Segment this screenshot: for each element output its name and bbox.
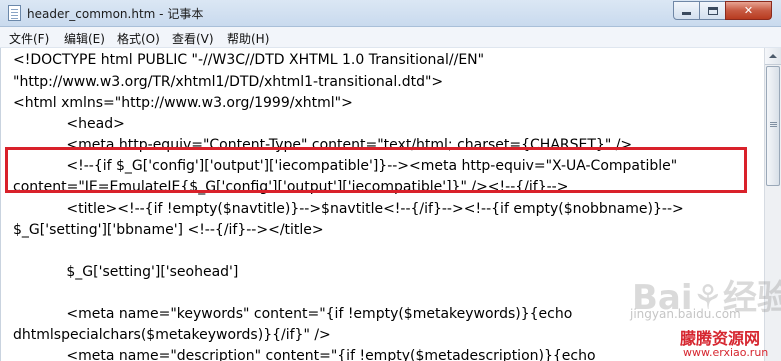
code-line: <!DOCTYPE html PUBLIC "-//W3C//DTD XHTML… bbox=[13, 52, 485, 68]
code-line: <html xmlns="http://www.w3.org/1999/xhtm… bbox=[13, 95, 353, 111]
highlight-box bbox=[5, 147, 747, 193]
scroll-thumb[interactable] bbox=[766, 66, 780, 186]
vertical-scrollbar[interactable] bbox=[764, 48, 781, 361]
notepad-window: header_common.htm - 记事本 ✕ 文件(F) 编辑(E) 格式… bbox=[0, 0, 781, 361]
close-icon: ✕ bbox=[743, 4, 754, 17]
close-button[interactable]: ✕ bbox=[725, 1, 772, 20]
menu-bar: 文件(F) 编辑(E) 格式(O) 查看(V) 帮助(H) bbox=[0, 27, 781, 48]
minimize-icon bbox=[682, 12, 691, 15]
code-line: $_G['setting']['seohead'] bbox=[13, 264, 239, 280]
code-line: <meta name="keywords" content="{if !empt… bbox=[13, 306, 573, 322]
notepad-icon bbox=[8, 5, 21, 21]
scroll-up-button[interactable] bbox=[765, 48, 781, 65]
code-line: dhtmlspecialchars($metakeywords)}{/if}" … bbox=[13, 327, 331, 343]
menu-edit[interactable]: 编辑(E) bbox=[64, 30, 105, 47]
code-line: $_G['setting']['bbname'] <!--{/if}--></t… bbox=[13, 222, 324, 238]
maximize-button[interactable] bbox=[699, 1, 726, 20]
code-line: <meta name="description" content="{if !e… bbox=[13, 348, 596, 361]
menu-format[interactable]: 格式(O) bbox=[117, 30, 160, 47]
menu-file[interactable]: 文件(F) bbox=[9, 30, 49, 47]
text-editor[interactable]: <!DOCTYPE html PUBLIC "-//W3C//DTD XHTML… bbox=[0, 48, 764, 361]
menu-view[interactable]: 查看(V) bbox=[172, 30, 214, 47]
grip-icon bbox=[770, 122, 777, 123]
code-line: <head> bbox=[13, 116, 125, 132]
code-line: "http://www.w3.org/TR/xhtml1/DTD/xhtml1-… bbox=[13, 74, 444, 90]
window-title: header_common.htm - 记事本 bbox=[27, 7, 204, 21]
maximize-icon bbox=[707, 6, 718, 15]
menu-help[interactable]: 帮助(H) bbox=[227, 30, 269, 47]
title-bar[interactable]: header_common.htm - 记事本 ✕ bbox=[0, 0, 781, 27]
minimize-button[interactable] bbox=[673, 1, 700, 20]
code-line: <title><!--{if !empty($navtitle)}-->$nav… bbox=[13, 201, 684, 217]
arrow-up-icon bbox=[769, 54, 777, 58]
